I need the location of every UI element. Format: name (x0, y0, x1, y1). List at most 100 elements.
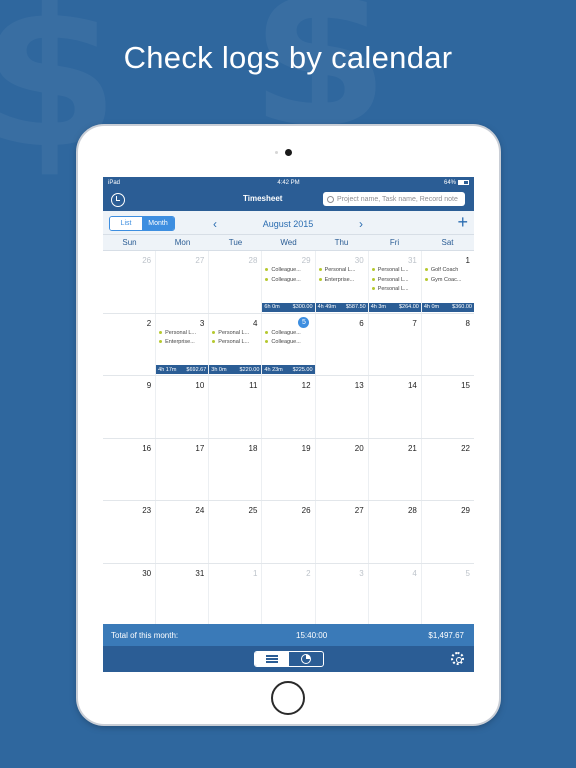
calendar-day-cell[interactable]: 12 (262, 376, 316, 438)
calendar-day-cell[interactable]: 29 (422, 501, 474, 563)
calendar-day-cell[interactable]: 18 (209, 438, 263, 500)
calendar-day-cell[interactable]: 11 (209, 376, 263, 438)
calendar-day-cell[interactable]: 21 (369, 438, 422, 500)
entry-dot-icon (159, 330, 163, 334)
day-number: 12 (301, 381, 311, 390)
log-entry[interactable]: Colleague... (265, 276, 312, 286)
log-entry[interactable]: Personal L... (159, 329, 206, 339)
log-entry[interactable]: Gym Coac... (424, 276, 472, 286)
calendar-day-cell[interactable]: 15 (422, 376, 474, 438)
calendar-day-cell[interactable]: 22 (422, 439, 474, 501)
calendar-day-cell[interactable]: 27 (316, 501, 369, 563)
calendar-day-cell[interactable]: 9 (103, 376, 157, 438)
day-number: 16 (142, 443, 152, 453)
entry-dot-icon (159, 340, 163, 344)
calendar-day-cell[interactable]: 2 (262, 563, 316, 625)
calendar-day-cell[interactable]: 28 (209, 251, 263, 313)
today-day-number: 5 (298, 316, 310, 328)
calendar-day-cell[interactable]: 20 (316, 438, 369, 500)
entry-dot-icon (424, 268, 428, 272)
list-mode-button[interactable]: List (110, 217, 142, 230)
home-button[interactable] (271, 681, 305, 715)
calendar-day-cell[interactable]: 17 (156, 438, 210, 500)
calendar-day-cell[interactable]: 2 (103, 313, 157, 375)
calendar-day-cell[interactable]: 31 Personal L... Personal L... Personal L..… (368, 251, 422, 313)
calendar-day-cell[interactable]: 27 (156, 251, 210, 313)
log-entry[interactable]: Personal L... (212, 338, 259, 348)
list-view-tab[interactable] (255, 652, 289, 666)
day-number: 4 (252, 318, 258, 328)
calendar-day-cell[interactable]: 31 (156, 563, 210, 625)
log-entry[interactable]: Colleague... (265, 266, 312, 276)
search-input[interactable]: Project name, Task name, Record note (323, 192, 465, 206)
day-number: 20 (354, 443, 364, 453)
log-entry-label: Gym Coac... (430, 276, 462, 283)
calendar-day-cell[interactable]: 13 (316, 376, 369, 438)
day-number: 27 (195, 256, 205, 265)
log-entry-label: Enterprise... (165, 339, 195, 345)
gear-icon[interactable] (451, 652, 464, 665)
log-entry[interactable]: Personal L... (212, 329, 259, 339)
calendar-day-cell[interactable]: 8 (422, 314, 474, 376)
calendar-day-cell[interactable]: 30 (103, 563, 157, 625)
chart-view-tab[interactable] (289, 652, 323, 666)
calendar-day-cell[interactable]: 26 (103, 251, 157, 313)
calendar-day-cell[interactable]: 23 (103, 501, 157, 563)
log-entry[interactable]: Colleague... (265, 329, 312, 339)
month-navigator: ‹ August 2015 › (213, 216, 363, 231)
calendar-day-cell[interactable]: 5 Colleague... Colleague... 4h 23m $225.00 (262, 313, 316, 375)
calendar-day-cell[interactable]: 16 (103, 438, 157, 500)
calendar-day-cell[interactable]: 26 (262, 501, 316, 563)
calendar-day-cell[interactable]: 14 (369, 376, 422, 438)
calendar-day-cell[interactable]: 4 (369, 563, 422, 625)
log-entry-label: Personal L... (377, 286, 409, 292)
calendar-week-row: 2 3 Personal L... Enterprise... 4h 17m $692.6… (103, 313, 474, 376)
plus-icon[interactable]: + (457, 213, 468, 231)
total-amount: $1,497.67 (428, 630, 464, 640)
log-entry[interactable]: Enterprise... (318, 276, 366, 286)
calendar-day-cell[interactable]: 24 (156, 501, 210, 563)
calendar-day-cell[interactable]: 28 (369, 501, 422, 563)
day-number: 28 (407, 506, 417, 515)
status-bar: iPad 4:42 PM 64% (103, 177, 474, 189)
clock-icon[interactable] (111, 193, 125, 207)
calendar-toolbar: List Month ‹ August 2015 › + (103, 211, 474, 235)
calendar-day-cell[interactable]: 1 (209, 563, 263, 625)
calendar-day-cell[interactable]: 19 (262, 438, 316, 500)
log-entry[interactable]: Personal L... (371, 266, 419, 276)
calendar-day-cell[interactable]: 7 (369, 313, 422, 375)
day-entries: Personal L... Personal L... Personal L... (371, 266, 419, 295)
log-entry[interactable]: Golf Coach (424, 266, 472, 276)
log-entry[interactable]: Personal L... (371, 285, 419, 295)
day-number: 26 (142, 256, 152, 265)
chevron-right-icon[interactable]: › (359, 218, 363, 230)
day-amount: $587.50 (345, 304, 366, 310)
month-mode-button[interactable]: Month (142, 217, 174, 230)
day-summary-bar: 4h 49m $587.50 (315, 302, 368, 312)
day-summary-bar: 6h 0m $300.00 (262, 302, 315, 312)
day-number: 7 (412, 318, 417, 328)
calendar-day-cell[interactable]: 30 Personal L... Enterprise... 4h 49m $587.5… (315, 251, 369, 313)
nav-bar: Timesheet Project name, Task name, Recor… (103, 189, 474, 211)
day-number: 19 (301, 443, 311, 453)
log-entry[interactable]: Personal L... (371, 276, 419, 286)
log-entry[interactable]: Enterprise... (159, 338, 206, 348)
weekday-label: Mon (174, 238, 191, 247)
calendar-day-cell[interactable]: 25 (209, 501, 263, 563)
calendar-day-cell[interactable]: 1 Golf Coach Gym Coac... 4h 0m $360.00 (421, 251, 474, 313)
calendar-day-cell[interactable]: 5 (422, 564, 474, 626)
log-entry[interactable]: Personal L... (318, 266, 366, 276)
day-number: 29 (301, 256, 311, 265)
calendar-day-cell[interactable]: 3 (316, 563, 369, 625)
chevron-left-icon[interactable]: ‹ (213, 218, 217, 230)
day-summary-bar: 4h 23m $225.00 (262, 365, 315, 374)
log-entry-label: Personal L... (218, 329, 250, 336)
day-amount: $264.00 (398, 304, 419, 310)
calendar-day-cell[interactable]: 3 Personal L... Enterprise... 4h 17m $692.67 (156, 313, 210, 375)
calendar-day-cell[interactable]: 4 Personal L... Personal L... 3h 0m $220.00 (209, 313, 263, 375)
day-number: 14 (407, 381, 417, 390)
calendar-day-cell[interactable]: 10 (156, 376, 210, 438)
log-entry[interactable]: Colleague... (265, 338, 312, 348)
calendar-day-cell[interactable]: 6 (316, 313, 369, 375)
calendar-day-cell[interactable]: 29 Colleague... Colleague... 6h 0m $300.00 (262, 251, 316, 313)
